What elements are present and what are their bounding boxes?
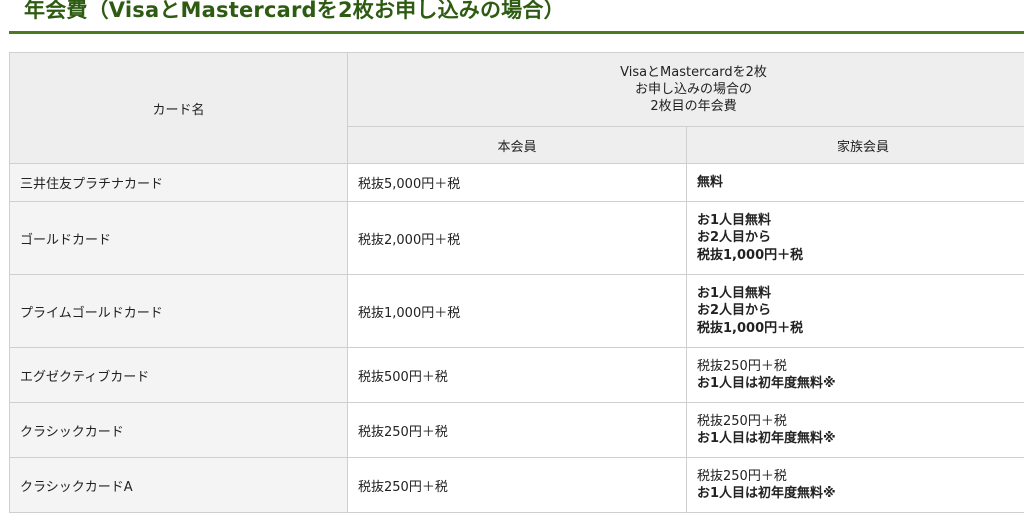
member-fee-cell: 税抜250円＋税 bbox=[347, 402, 687, 458]
card-name-cell: プライムゴールドカード bbox=[9, 274, 348, 348]
header-family-member: 家族会員 bbox=[685, 126, 1024, 164]
family-fee-cell: 無料 bbox=[685, 163, 1024, 202]
header-main-member: 本会員 bbox=[347, 126, 687, 164]
family-fee-line: お2人目から bbox=[697, 303, 772, 319]
table-row: クラシックカードA 税抜250円＋税 税抜250円＋税 お1人目は初年度無料※ bbox=[9, 457, 1024, 513]
family-fee-line: お1人目無料 bbox=[697, 285, 772, 301]
header-second-card-fee: VisaとMastercardを2枚 お申し込みの場合の 2枚目の年会費 bbox=[346, 52, 1024, 127]
table-row: ゴールドカード 税抜2,000円＋税 お1人目無料 お2人目から 税抜1,000… bbox=[9, 201, 1024, 275]
title-underline bbox=[9, 31, 1024, 34]
family-fee-line: お2人目から bbox=[697, 230, 772, 246]
header-line: 2枚目の年会費 bbox=[650, 99, 737, 114]
member-fee-cell: 税抜5,000円＋税 bbox=[347, 163, 687, 202]
table-row: クラシックカード 税抜250円＋税 税抜250円＋税 お1人目は初年度無料※ bbox=[9, 402, 1024, 458]
family-fee-line: 無料 bbox=[697, 174, 724, 190]
family-fee-line: 税抜1,000円＋税 bbox=[697, 247, 804, 263]
family-fee-line: お1人目は初年度無料※ bbox=[697, 486, 836, 501]
page-title: 年会費（VisaとMastercardを2枚お申し込みの場合） bbox=[24, 0, 565, 22]
family-fee-line: 税抜250円＋税 bbox=[697, 413, 787, 429]
card-name-cell: エグゼクティブカード bbox=[9, 347, 348, 403]
table-row: エグゼクティブカード 税抜500円＋税 税抜250円＋税 お1人目は初年度無料※ bbox=[9, 347, 1024, 403]
table-row: プライムゴールドカード 税抜1,000円＋税 お1人目無料 お2人目から 税抜1… bbox=[9, 274, 1024, 348]
family-fee-line: お1人目は初年度無料※ bbox=[697, 376, 836, 391]
family-fee-line: お1人目無料 bbox=[697, 212, 772, 228]
annual-fee-table: カード名 VisaとMastercardを2枚 お申し込みの場合の 2枚目の年会… bbox=[9, 52, 1024, 513]
family-fee-line: 税抜1,000円＋税 bbox=[697, 320, 804, 336]
header-line: VisaとMastercardを2枚 bbox=[620, 65, 767, 80]
header-line: お申し込みの場合の bbox=[635, 82, 753, 97]
member-fee-cell: 税抜1,000円＋税 bbox=[347, 274, 687, 348]
card-name-cell: クラシックカードA bbox=[9, 457, 348, 513]
card-name-cell: クラシックカード bbox=[9, 402, 348, 458]
family-fee-cell: 税抜250円＋税 お1人目は初年度無料※ bbox=[685, 457, 1024, 513]
member-fee-cell: 税抜2,000円＋税 bbox=[347, 201, 687, 275]
family-fee-line: お1人目は初年度無料※ bbox=[697, 431, 836, 446]
table-row: 三井住友プラチナカード 税抜5,000円＋税 無料 bbox=[9, 163, 1024, 202]
family-fee-cell: 税抜250円＋税 お1人目は初年度無料※ bbox=[685, 402, 1024, 458]
header-card-name: カード名 bbox=[9, 52, 348, 164]
card-name-cell: ゴールドカード bbox=[9, 201, 348, 275]
family-fee-line: 税抜250円＋税 bbox=[697, 358, 787, 374]
card-name-cell: 三井住友プラチナカード bbox=[9, 163, 348, 202]
family-fee-cell: お1人目無料 お2人目から 税抜1,000円＋税 bbox=[685, 274, 1024, 348]
family-fee-cell: お1人目無料 お2人目から 税抜1,000円＋税 bbox=[685, 201, 1024, 275]
member-fee-cell: 税抜500円＋税 bbox=[347, 347, 687, 403]
family-fee-cell: 税抜250円＋税 お1人目は初年度無料※ bbox=[685, 347, 1024, 403]
member-fee-cell: 税抜250円＋税 bbox=[347, 457, 687, 513]
family-fee-line: 税抜250円＋税 bbox=[697, 468, 787, 484]
